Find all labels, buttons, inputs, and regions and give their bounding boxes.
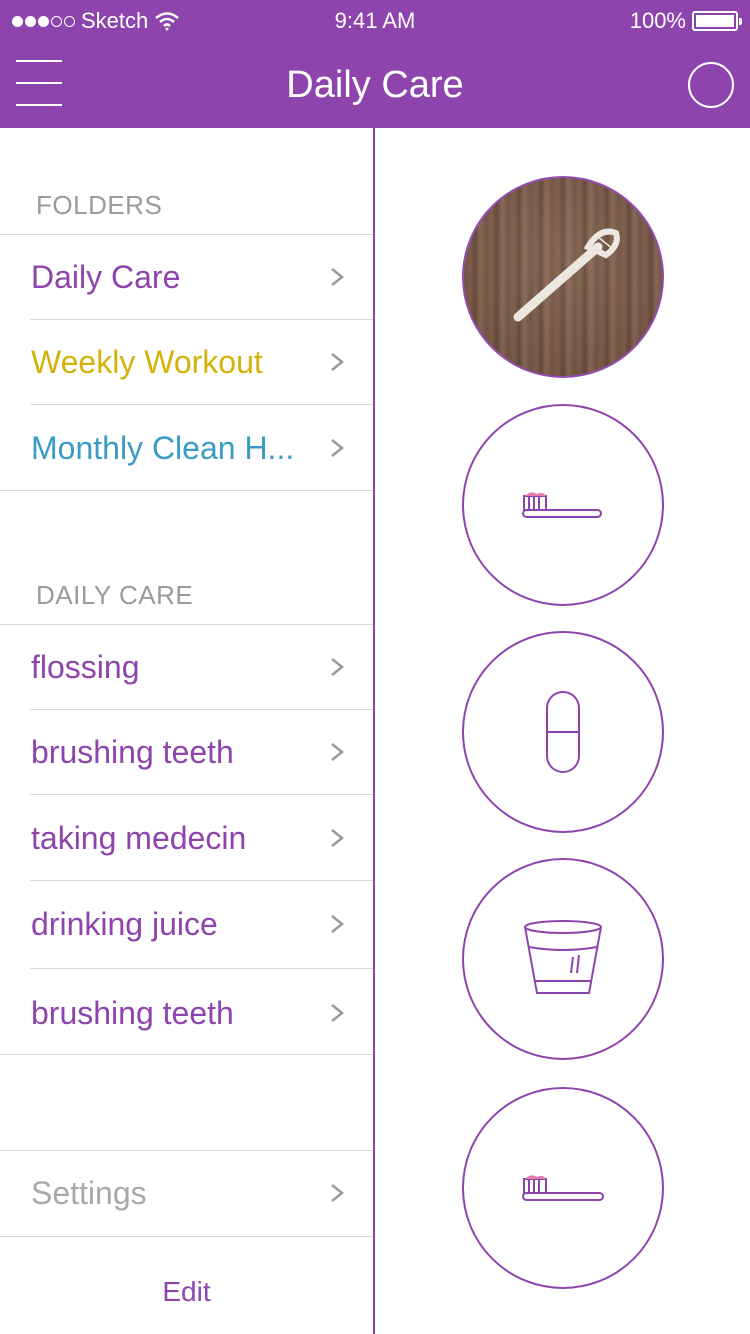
folder-label: Daily Care <box>31 258 181 295</box>
chevron-right-icon <box>331 743 345 761</box>
list-item-brushing-teeth-2[interactable]: brushing teeth <box>0 970 373 1056</box>
chevron-right-icon <box>331 1184 345 1202</box>
daily-care-section-label: DAILY CARE <box>36 580 194 610</box>
list-item-taking-medecin[interactable]: taking medecin <box>0 795 373 881</box>
sidebar: FOLDERS Daily Care Weekly Workout Monthl… <box>0 128 375 1334</box>
glass-cup-icon <box>524 920 602 994</box>
edit-button[interactable]: Edit <box>0 1276 373 1308</box>
folder-label: Monthly Clean H... <box>31 429 295 466</box>
folder-item-monthly-clean[interactable]: Monthly Clean H... <box>0 406 373 490</box>
folder-item-daily-care[interactable]: Daily Care <box>0 234 373 320</box>
task-circle-medecin[interactable] <box>462 631 664 833</box>
chevron-right-icon <box>331 268 345 286</box>
toothbrush-icon <box>522 492 602 518</box>
folder-item-weekly-workout[interactable]: Weekly Workout <box>0 319 373 405</box>
task-circle-juice[interactable] <box>462 858 664 1060</box>
divider <box>0 1236 373 1237</box>
chevron-right-icon <box>331 1004 345 1022</box>
item-label: brushing teeth <box>31 733 234 770</box>
battery-info: 100% <box>629 8 742 34</box>
divider <box>30 968 373 969</box>
list-item-drinking-juice[interactable]: drinking juice <box>0 881 373 967</box>
chevron-right-icon <box>331 353 345 371</box>
chevron-right-icon <box>331 829 345 847</box>
settings-item[interactable]: Settings <box>0 1150 373 1236</box>
battery-percent: 100% <box>629 8 686 33</box>
settings-label: Settings <box>31 1174 147 1211</box>
list-item-brushing-teeth[interactable]: brushing teeth <box>0 709 373 795</box>
floss-pick-icon <box>513 228 620 322</box>
pill-capsule-icon <box>546 691 580 773</box>
divider <box>0 1054 373 1055</box>
sync-circle-icon[interactable] <box>688 62 734 108</box>
task-circle-brushing-2[interactable] <box>462 1087 664 1289</box>
item-label: drinking juice <box>31 905 218 942</box>
item-label: taking medecin <box>31 819 247 856</box>
chevron-right-icon <box>331 658 345 676</box>
folder-label: Weekly Workout <box>31 343 263 380</box>
chevron-right-icon <box>331 915 345 933</box>
divider <box>0 490 373 491</box>
battery-icon <box>692 11 742 31</box>
nav-header: Sketch 9:41 AM 100% Daily Care <box>0 0 750 128</box>
list-item-flossing[interactable]: flossing <box>0 624 373 710</box>
folders-section-label: FOLDERS <box>36 190 163 220</box>
item-label: flossing <box>31 648 140 685</box>
page-title: Daily Care <box>286 64 464 106</box>
task-circle-flossing[interactable] <box>462 176 664 378</box>
toothbrush-icon <box>522 1175 604 1201</box>
divider <box>30 404 373 405</box>
chevron-right-icon <box>331 439 345 457</box>
task-circle-brushing[interactable] <box>462 404 664 606</box>
item-label: brushing teeth <box>31 994 234 1031</box>
status-bar: Sketch 9:41 AM 100% <box>0 0 750 40</box>
